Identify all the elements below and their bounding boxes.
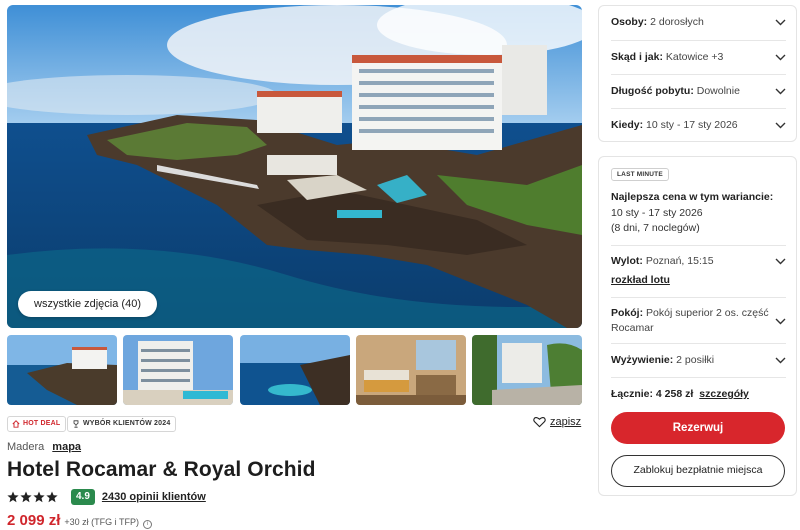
chevron-down-icon — [775, 88, 786, 94]
board-value: 2 posiłki — [676, 354, 715, 366]
room-label: Pokój: — [611, 307, 644, 319]
chevron-down-icon — [775, 357, 786, 363]
hotel-room-thumbnail — [356, 335, 466, 405]
rating-row: 4.9 2430 opinii klientów — [7, 488, 206, 506]
thumbnail-1[interactable] — [7, 335, 117, 405]
star-icon — [20, 491, 32, 503]
save-button[interactable]: zapisz — [533, 416, 581, 428]
award-badge: WYBÓR KLIENTÓW 2024 — [67, 416, 177, 432]
hotel-title: Hotel Rocamar & Royal Orchid — [7, 458, 316, 481]
total-price: Łącznie: 4 258 zł — [611, 388, 694, 400]
when-label: Kiedy: — [611, 119, 644, 131]
award-label: WYBÓR KLIENTÓW 2024 — [83, 420, 171, 427]
when-value: 10 sty - 17 sty 2026 — [646, 119, 738, 131]
star-icon — [7, 491, 19, 503]
room-value-line2: Rocamar — [611, 322, 654, 334]
search-params-card: Osoby: 2 dorosłych Skąd i jak: Katowice … — [598, 5, 797, 142]
main-photo[interactable] — [7, 5, 582, 328]
trophy-icon — [73, 420, 79, 428]
board-label: Wyżywienie: — [611, 354, 674, 366]
persons-label: Osoby: — [611, 16, 648, 28]
flight-schedule-link[interactable]: rozkład lotu — [611, 274, 670, 286]
divider — [611, 297, 786, 298]
persons-value: 2 dorosłych — [650, 16, 704, 28]
room-value: Pokój superior 2 os. część — [646, 307, 769, 319]
divider — [611, 108, 786, 109]
length-value: Dowolnie — [696, 85, 740, 97]
price-extra: +30 zł (TFG i TFP) — [64, 517, 139, 527]
star-icon — [46, 491, 58, 503]
chevron-down-icon — [775, 19, 786, 25]
hot-deal-label: HOT DEAL — [23, 420, 61, 427]
pool-building-thumbnail — [123, 335, 233, 405]
divider — [611, 343, 786, 344]
thumbnail-strip — [7, 335, 582, 405]
best-price-dates: 10 sty - 17 sty 2026 — [611, 207, 703, 219]
divider — [611, 377, 786, 378]
garden-thumbnail — [472, 335, 582, 405]
thumbnail-5[interactable] — [472, 335, 582, 405]
price: 2 099 zł — [7, 512, 61, 529]
home-icon — [12, 420, 20, 428]
details-link[interactable]: szczegóły — [699, 388, 749, 400]
departure-field[interactable]: Wylot: Poznań, 15:15 — [611, 255, 786, 267]
from-label: Skąd i jak: — [611, 51, 663, 63]
best-price-title: Najlepsza cena w tym wariancie: — [611, 191, 774, 203]
region-name: Madera — [7, 441, 45, 453]
reviews-link[interactable]: 2430 opinii klientów — [102, 491, 206, 503]
star-icon — [33, 491, 45, 503]
departure-value: Poznań, 15:15 — [645, 255, 714, 267]
divider — [611, 245, 786, 246]
divider — [611, 74, 786, 75]
thumbnail-2[interactable] — [123, 335, 233, 405]
hold-seats-button[interactable]: Zablokuj bezpłatnie miejsca — [611, 455, 785, 487]
map-link[interactable]: mapa — [52, 441, 81, 453]
score-badge: 4.9 — [71, 489, 95, 505]
divider — [611, 40, 786, 41]
hotel-coast-photo — [7, 5, 582, 328]
hot-deal-badge: HOT DEAL — [7, 416, 67, 432]
board-field[interactable]: Wyżywienie: 2 posiłki — [611, 354, 786, 366]
dates-field[interactable]: Kiedy: 10 sty - 17 sty 2026 — [611, 119, 786, 131]
best-price-nights: (8 dni, 7 noclegów) — [611, 222, 700, 234]
total-row: Łącznie: 4 258 zł szczegóły — [611, 388, 749, 400]
reserve-button[interactable]: Rezerwuj — [611, 412, 785, 444]
heart-icon — [533, 416, 546, 428]
last-minute-badge: LAST MINUTE — [611, 168, 669, 181]
coast-thumbnail — [7, 335, 117, 405]
persons-field[interactable]: Osoby: 2 dorosłych — [611, 16, 786, 28]
all-photos-button[interactable]: wszystkie zdjęcia (40) — [18, 291, 157, 317]
thumbnail-4[interactable] — [356, 335, 466, 405]
chevron-down-icon — [775, 122, 786, 128]
departure-label: Wylot: — [611, 255, 643, 267]
length-label: Długość pobytu: — [611, 85, 694, 97]
thumbnail-3[interactable] — [240, 335, 350, 405]
from-value: Katowice +3 — [665, 51, 724, 63]
info-icon[interactable]: i — [142, 520, 152, 529]
location-row: Madera mapa — [7, 441, 81, 453]
chevron-down-icon — [775, 258, 786, 264]
departure-city-field[interactable]: Skąd i jak: Katowice +3 — [611, 51, 786, 63]
room-field[interactable]: Pokój: Pokój superior 2 os. część Rocama… — [611, 306, 786, 336]
chevron-down-icon — [775, 318, 786, 324]
price-row: 2 099 zł +30 zł (TFG i TFP) i — [7, 512, 152, 529]
save-label: zapisz — [550, 416, 582, 428]
offer-card: LAST MINUTE Najlepsza cena w tym warianc… — [598, 156, 797, 496]
stay-length-field[interactable]: Długość pobytu: Dowolnie — [611, 85, 786, 97]
seawater-pool-thumbnail — [240, 335, 350, 405]
star-rating — [7, 491, 58, 503]
chevron-down-icon — [775, 54, 786, 60]
